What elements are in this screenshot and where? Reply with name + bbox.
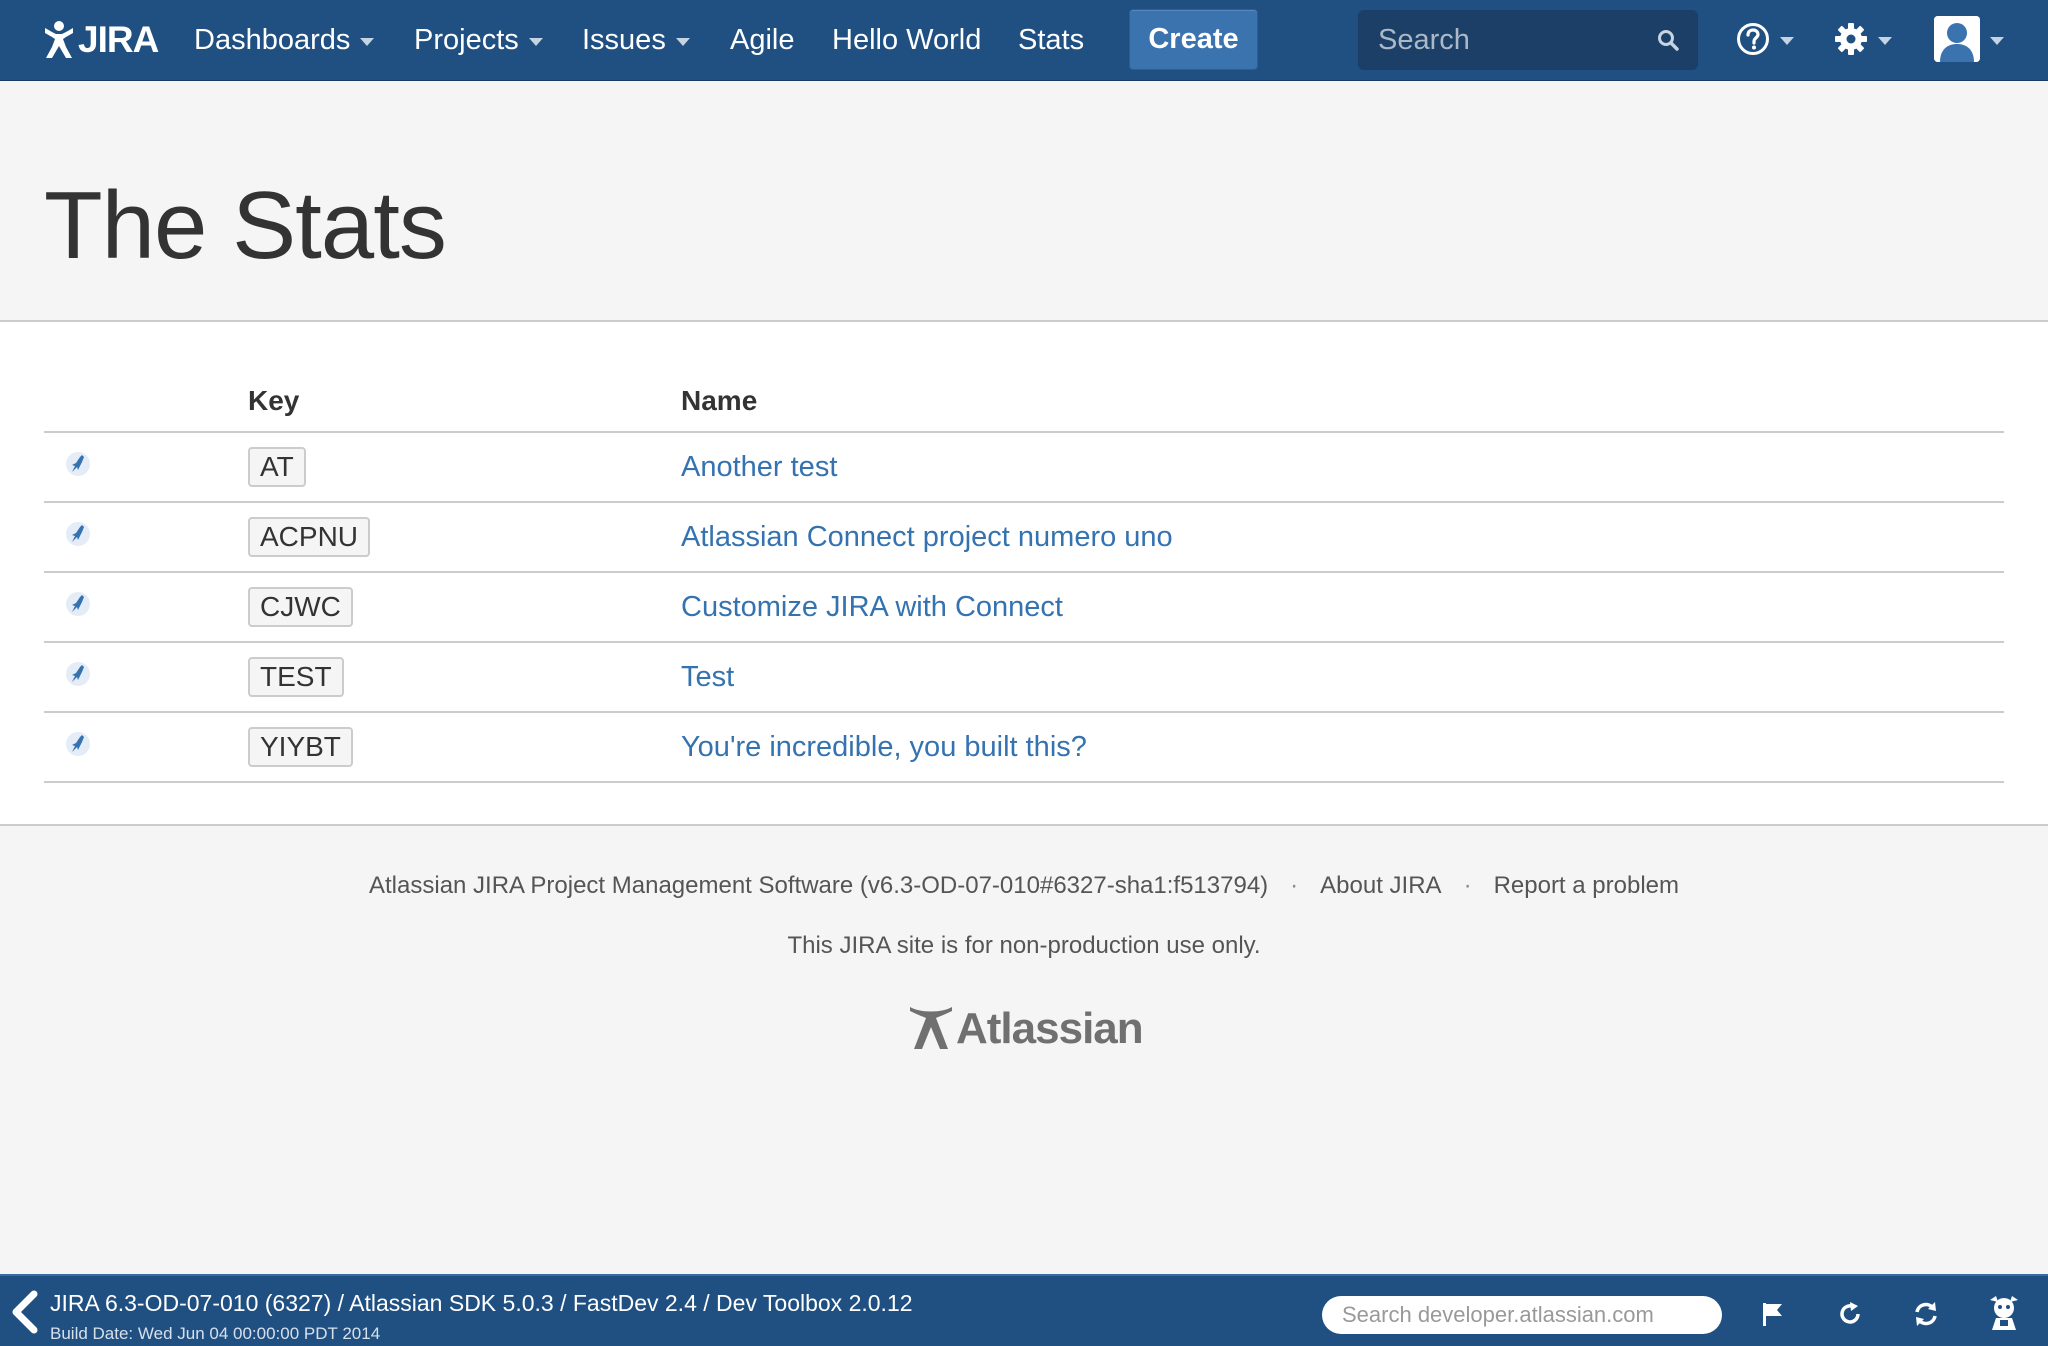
avatar [1934,16,1980,62]
project-key-badge: TEST [248,657,344,697]
project-key-cell: TEST [248,642,681,713]
about-jira-link[interactable]: About JIRA [1320,872,1441,899]
column-header-icon [44,366,248,433]
project-icon-cell [44,432,248,503]
developer-search-box [1322,1296,1722,1334]
jira-logo-icon [45,21,73,58]
chevron-down-icon [528,38,543,46]
top-navigation-bar: JIRA Dashboards Projects Issues Agile He… [0,0,2048,81]
nav-stats-label: Stats [1018,24,1085,56]
footer-software-version: Atlassian JIRA Project Management Softwa… [369,872,1269,899]
project-icon [66,451,90,476]
developer-search-input[interactable] [1342,1302,1702,1328]
table-row: CJWC Customize JIRA with Connect [44,572,2004,643]
flag-icon[interactable] [1760,1300,1786,1328]
refresh-icon[interactable] [1836,1300,1864,1328]
page-title: The Stats [44,172,447,279]
project-icon-cell [44,642,248,713]
help-icon [1737,23,1769,55]
table-row: ACPNU Atlassian Connect project numero u… [44,502,2004,573]
create-button[interactable]: Create [1129,9,1258,70]
table-row: YIYBT You're incredible, you built this? [44,712,2004,783]
nav-agile[interactable]: Agile [730,0,795,81]
project-name-cell: Another test [681,432,2004,503]
page-footer: Atlassian JIRA Project Management Softwa… [0,826,2048,1274]
project-icon [66,591,90,616]
atlassian-logo-icon [910,1007,952,1049]
dev-toolbar: JIRA 6.3-OD-07-010 (6327) / Atlassian SD… [0,1274,2048,1346]
project-name-cell: Customize JIRA with Connect [681,572,2004,643]
nav-hello-world-label: Hello World [832,24,982,56]
nav-stats[interactable]: Stats [1018,0,1084,81]
project-icon [66,731,90,756]
search-box [1358,10,1698,70]
chevron-left-icon[interactable] [8,1290,40,1334]
project-key-badge: YIYBT [248,727,353,767]
project-icon-cell [44,712,248,783]
project-key-badge: AT [248,447,306,487]
footer-links: Atlassian JIRA Project Management Softwa… [0,872,2048,900]
chevron-down-icon [675,38,690,46]
table-row: AT Another test [44,432,2004,503]
chevron-down-icon [360,38,375,46]
project-key-cell: YIYBT [248,712,681,783]
gear-icon [1835,23,1867,55]
table-row: TEST Test [44,642,2004,713]
footer-separator: · [1463,872,1472,899]
project-name-cell: Test [681,642,2004,713]
project-name-link[interactable]: Customize JIRA with Connect [681,591,1063,623]
project-key-cell: AT [248,432,681,503]
admin-menu[interactable] [1834,22,1892,56]
project-key-badge: ACPNU [248,517,371,557]
mascot-icon[interactable] [1984,1292,2024,1332]
dev-toolbar-build-date: Build Date: Wed Jun 04 00:00:00 PDT 2014 [50,1324,381,1343]
user-avatar-icon [1934,16,1980,62]
atlassian-logo[interactable]: Atlassian [908,1004,1144,1054]
project-name-link[interactable]: Test [681,661,734,693]
sync-icon[interactable] [1912,1300,1940,1328]
nav-issues-label: Issues [582,24,666,56]
column-header-key: Key [248,366,681,433]
page-header: The Stats [0,81,2048,322]
nav-dashboards[interactable]: Dashboards [194,0,375,81]
nav-issues[interactable]: Issues [582,0,690,81]
project-icon-cell [44,572,248,643]
project-icon-cell [44,502,248,573]
report-problem-link[interactable]: Report a problem [1494,872,1679,899]
project-name-cell: You're incredible, you built this? [681,712,2004,783]
project-icon [66,661,90,686]
help-menu[interactable] [1736,22,1794,56]
chevron-down-icon [1878,36,1892,45]
projects-table: Key Name AT Another test ACPNU Atlassian… [44,366,2004,783]
project-name-cell: Atlassian Connect project numero uno [681,502,2004,573]
nav-projects-label: Projects [414,24,519,56]
project-icon [66,521,90,546]
search-input[interactable] [1378,23,1648,57]
stats-content: Key Name AT Another test ACPNU Atlassian… [0,322,2048,826]
project-key-cell: CJWC [248,572,681,643]
project-name-link[interactable]: Another test [681,451,837,483]
project-name-link[interactable]: You're incredible, you built this? [681,731,1087,763]
jira-logo[interactable]: JIRA [42,16,159,64]
project-key-badge: CJWC [248,587,353,627]
user-menu[interactable] [1934,16,2004,62]
jira-logo-text: JIRA [78,19,159,60]
footer-notice: This JIRA site is for non-production use… [787,932,1261,959]
footer-separator: · [1290,872,1299,899]
nav-dashboards-label: Dashboards [194,24,351,56]
atlassian-logo-text: Atlassian [956,1004,1144,1053]
nav-projects[interactable]: Projects [414,0,543,81]
column-header-name: Name [681,366,2004,433]
project-key-cell: ACPNU [248,502,681,573]
nav-hello-world[interactable]: Hello World [832,0,981,81]
dev-toolbar-title: JIRA 6.3-OD-07-010 (6327) / Atlassian SD… [50,1290,913,1316]
chevron-down-icon [1780,36,1794,45]
table-header-row: Key Name [44,366,2004,433]
chevron-down-icon [1990,36,2004,45]
search-icon[interactable] [1656,28,1680,52]
nav-agile-label: Agile [730,24,795,56]
project-name-link[interactable]: Atlassian Connect project numero uno [681,521,1173,553]
